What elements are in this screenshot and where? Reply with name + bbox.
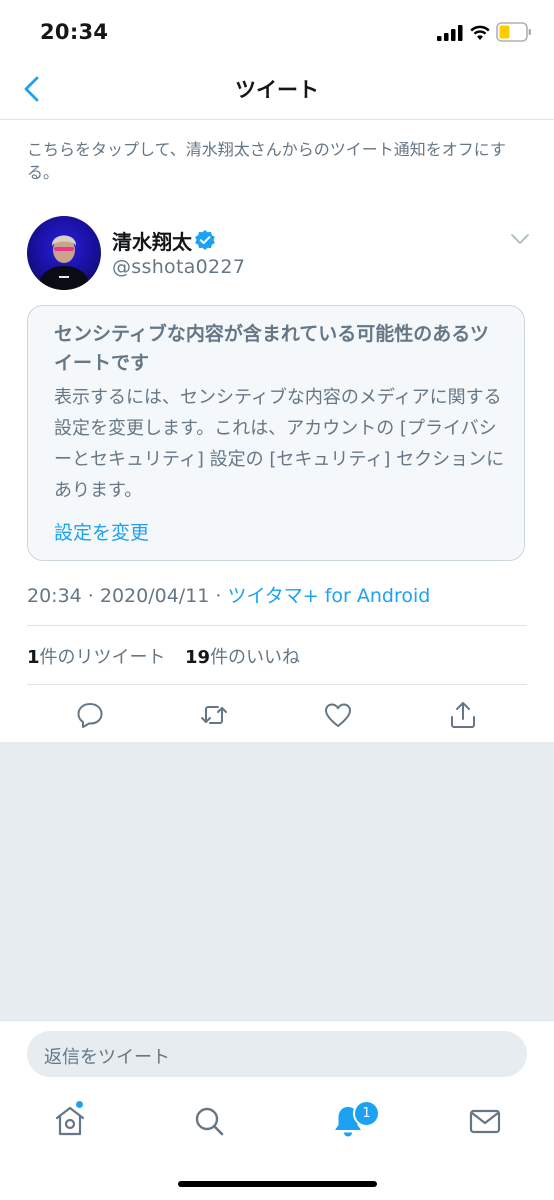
battery-icon <box>496 22 531 42</box>
divider <box>27 625 527 626</box>
tweet-source-link[interactable]: ツイタマ+ for Android <box>228 585 431 607</box>
tweet-stats: 1件のリツイート 19件のいいね <box>27 643 300 669</box>
divider <box>27 684 527 685</box>
verified-icon <box>195 230 215 250</box>
home-unread-dot <box>76 1101 83 1108</box>
notification-toggle-notice[interactable]: こちらをタップして、清水翔太さんからのツイート通知をオフにする。 <box>27 138 532 184</box>
author-name[interactable]: 清水翔太 <box>112 226 192 255</box>
sensitive-content-warning: センシティブな内容が含まれている可能性のあるツイートです 表示するには、センシテ… <box>27 305 525 561</box>
share-icon[interactable] <box>448 700 478 730</box>
divider <box>0 1020 554 1021</box>
like-stat[interactable]: 19件のいいね <box>185 647 300 668</box>
retweet-label: 件のリツイート <box>39 647 166 668</box>
retweet-count: 1 <box>27 647 40 668</box>
sensitive-warning-title: センシティブな内容が含まれている可能性のあるツイートです <box>54 323 489 374</box>
status-time: 20:34 <box>40 20 109 44</box>
home-icon[interactable] <box>52 1103 88 1139</box>
mail-icon[interactable] <box>467 1103 503 1139</box>
nav-divider <box>0 119 554 120</box>
like-label: 件のいいね <box>210 647 301 668</box>
reply-icon[interactable] <box>75 700 105 730</box>
like-icon[interactable] <box>323 700 353 730</box>
page-title: ツイート <box>235 78 319 102</box>
like-count: 19 <box>185 647 211 668</box>
retweet-icon[interactable] <box>199 700 229 730</box>
empty-replies-area <box>0 742 554 1020</box>
signal-icon <box>437 25 463 41</box>
change-settings-link[interactable]: 設定を変更 <box>54 518 149 545</box>
reply-input[interactable]: 返信をツイート <box>27 1031 527 1077</box>
tweet-timestamp: 20:34 · 2020/04/11 · <box>27 585 228 607</box>
search-icon[interactable] <box>191 1103 227 1139</box>
tweet-meta: 20:34 · 2020/04/11 · ツイタマ+ for Android <box>27 581 430 608</box>
reply-placeholder: 返信をツイート <box>44 1047 170 1068</box>
wifi-icon <box>470 25 490 40</box>
author-handle[interactable]: @sshota0227 <box>112 256 245 278</box>
sensitive-warning-body: 表示するには、センシティブな内容のメディアに関する設定を変更します。これは、アカ… <box>54 387 505 501</box>
chevron-down-icon[interactable] <box>510 232 530 246</box>
avatar[interactable] <box>27 216 101 290</box>
retweet-stat[interactable]: 1件のリツイート <box>27 647 166 668</box>
home-indicator <box>178 1181 377 1187</box>
notifications-badge: 1 <box>353 1100 380 1127</box>
